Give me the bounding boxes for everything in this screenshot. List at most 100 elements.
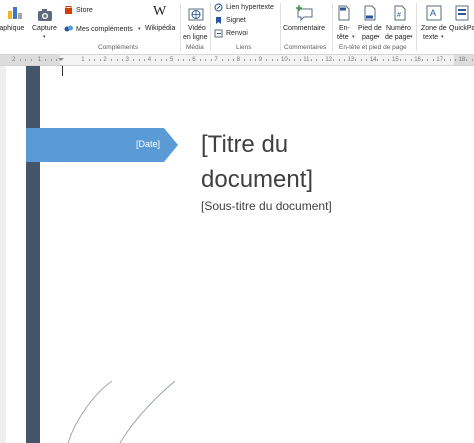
- hyperlink-icon: [214, 3, 223, 12]
- ruler-tick: [199, 59, 201, 61]
- store-button[interactable]: Store: [64, 6, 114, 17]
- textbox-dropdown-caret: ▾: [441, 34, 444, 40]
- ruler-tick: [221, 59, 223, 61]
- ruler-tick: [183, 59, 185, 61]
- ruler-label: 6: [192, 57, 196, 63]
- ruler-tick: [316, 59, 318, 61]
- ruler-tick: [388, 59, 390, 61]
- wikipedia-button[interactable]: W Wikipédia: [144, 2, 176, 42]
- ruler-tick: [366, 59, 368, 61]
- ruler-label: 1: [37, 57, 42, 63]
- comment-button[interactable]: Commentaire: [282, 2, 330, 42]
- bookmark-button[interactable]: Signet: [214, 16, 254, 26]
- video-label-2: en ligne: [183, 34, 208, 41]
- header-dropdown-caret: ▾: [352, 34, 355, 40]
- crossref-label: Renvoi: [226, 30, 248, 37]
- hyperlink-button[interactable]: Lien hypertexte: [214, 3, 278, 13]
- ruler-tick: [255, 59, 257, 61]
- ruler-tick: [138, 59, 140, 61]
- date-placeholder[interactable]: [Date]: [120, 139, 160, 149]
- svg-text:A: A: [430, 8, 436, 18]
- indent-marker[interactable]: [58, 55, 64, 68]
- ruler-label: 4: [147, 57, 152, 63]
- horizontal-ruler[interactable]: 2 1 1 2 3 4 5 6 7 8 9 10 11 12 13 14 15 16 17 18: [0, 55, 474, 68]
- chart-button[interactable]: raphique: [0, 2, 30, 42]
- header-button[interactable]: En- tête ▾: [334, 2, 355, 42]
- header-label-1: En-: [339, 25, 350, 32]
- chart-label: raphique: [0, 25, 25, 32]
- ribbon: raphique Capture ▾ Store Mes compléments…: [0, 0, 474, 55]
- capture-button[interactable]: Capture ▾: [32, 2, 58, 42]
- page-number-icon: #: [394, 5, 406, 21]
- ruler-tick: [294, 59, 296, 61]
- page-number-button[interactable]: # Numéro de page ▾: [385, 2, 415, 42]
- bookmark-label: Signet: [226, 17, 246, 24]
- ruler-tick: [205, 59, 207, 61]
- ruler-tick: [344, 59, 346, 61]
- online-video-button[interactable]: Vidéo en ligne: [183, 2, 209, 42]
- ruler-tick: [443, 59, 445, 61]
- ruler-tick: [310, 59, 312, 61]
- text-cursor: [62, 66, 63, 76]
- ruler-tick: [99, 59, 101, 61]
- quickparts-icon: [455, 5, 469, 21]
- crossref-button[interactable]: Renvoi: [214, 29, 254, 39]
- ruler-tick: [88, 59, 90, 61]
- ruler-tick: [56, 59, 58, 61]
- ruler-label: 10: [281, 57, 288, 63]
- ruler-tick: [271, 59, 273, 61]
- page-number-dropdown-caret: ▾: [410, 34, 413, 40]
- ruler-label: 9: [258, 57, 263, 63]
- ruler-label: 5: [170, 57, 174, 63]
- ruler-tick: [466, 59, 468, 61]
- ribbon-separator: [210, 3, 211, 51]
- document-title[interactable]: [Titre du document]: [201, 127, 313, 197]
- ruler-tick: [144, 59, 146, 61]
- ribbon-separator: [280, 3, 281, 51]
- ruler-tick: [266, 59, 268, 61]
- ruler-tick: [94, 59, 96, 61]
- ruler-label: 8: [236, 57, 240, 63]
- ruler-tick: [277, 59, 279, 61]
- ruler-tick: [471, 59, 473, 61]
- textbox-icon: A: [426, 5, 442, 21]
- ruler-tick: [110, 59, 112, 61]
- ruler-tick: [338, 59, 340, 61]
- page-number-label-1: Numéro: [386, 25, 411, 32]
- cover-sidebar-bar: [26, 66, 40, 443]
- ruler-tick: [122, 59, 124, 61]
- globe-video-icon: [188, 8, 204, 21]
- ruler-tick: [321, 59, 323, 61]
- quickparts-button[interactable]: QuickPa: [449, 2, 474, 42]
- ruler-tick: [382, 59, 384, 61]
- document-subtitle[interactable]: [Sous-titre du document]: [201, 199, 332, 213]
- ruler-label: 2: [12, 57, 16, 63]
- textbox-button[interactable]: A Zone de texte ▾: [419, 2, 449, 42]
- ruler-tick: [19, 59, 21, 61]
- my-addins-button[interactable]: Mes compléments ▾: [64, 24, 144, 35]
- title-line-2: document]: [201, 166, 314, 193]
- complements-group-label: Compléments: [98, 44, 139, 51]
- ruler-tick: [244, 59, 246, 61]
- textbox-label-1: Zone de: [421, 25, 447, 32]
- ruler-label: 15: [392, 57, 399, 63]
- ruler-tick: [155, 59, 157, 61]
- title-line-1: [Titre du: [201, 131, 289, 158]
- ribbon-separator: [416, 3, 417, 51]
- ruler-tick: [50, 59, 52, 61]
- ruler-label: 13: [347, 57, 355, 63]
- ruler-tick: [233, 59, 235, 61]
- page-number-label-2: de page: [385, 34, 411, 41]
- svg-text:#: #: [397, 12, 401, 19]
- links-group-label: Liens: [236, 44, 252, 51]
- ruler-tick: [177, 59, 179, 61]
- ruler-tick: [299, 59, 301, 61]
- addins-icon: [64, 25, 73, 32]
- addins-dropdown-caret: ▾: [138, 26, 141, 32]
- crossref-icon: [214, 29, 223, 38]
- ruler-tick: [30, 59, 32, 61]
- wikipedia-label: Wikipédia: [145, 25, 176, 32]
- footer-button[interactable]: Pied de page ▾: [357, 2, 383, 42]
- ruler-tick: [45, 59, 47, 61]
- ruler-tick: [455, 59, 457, 61]
